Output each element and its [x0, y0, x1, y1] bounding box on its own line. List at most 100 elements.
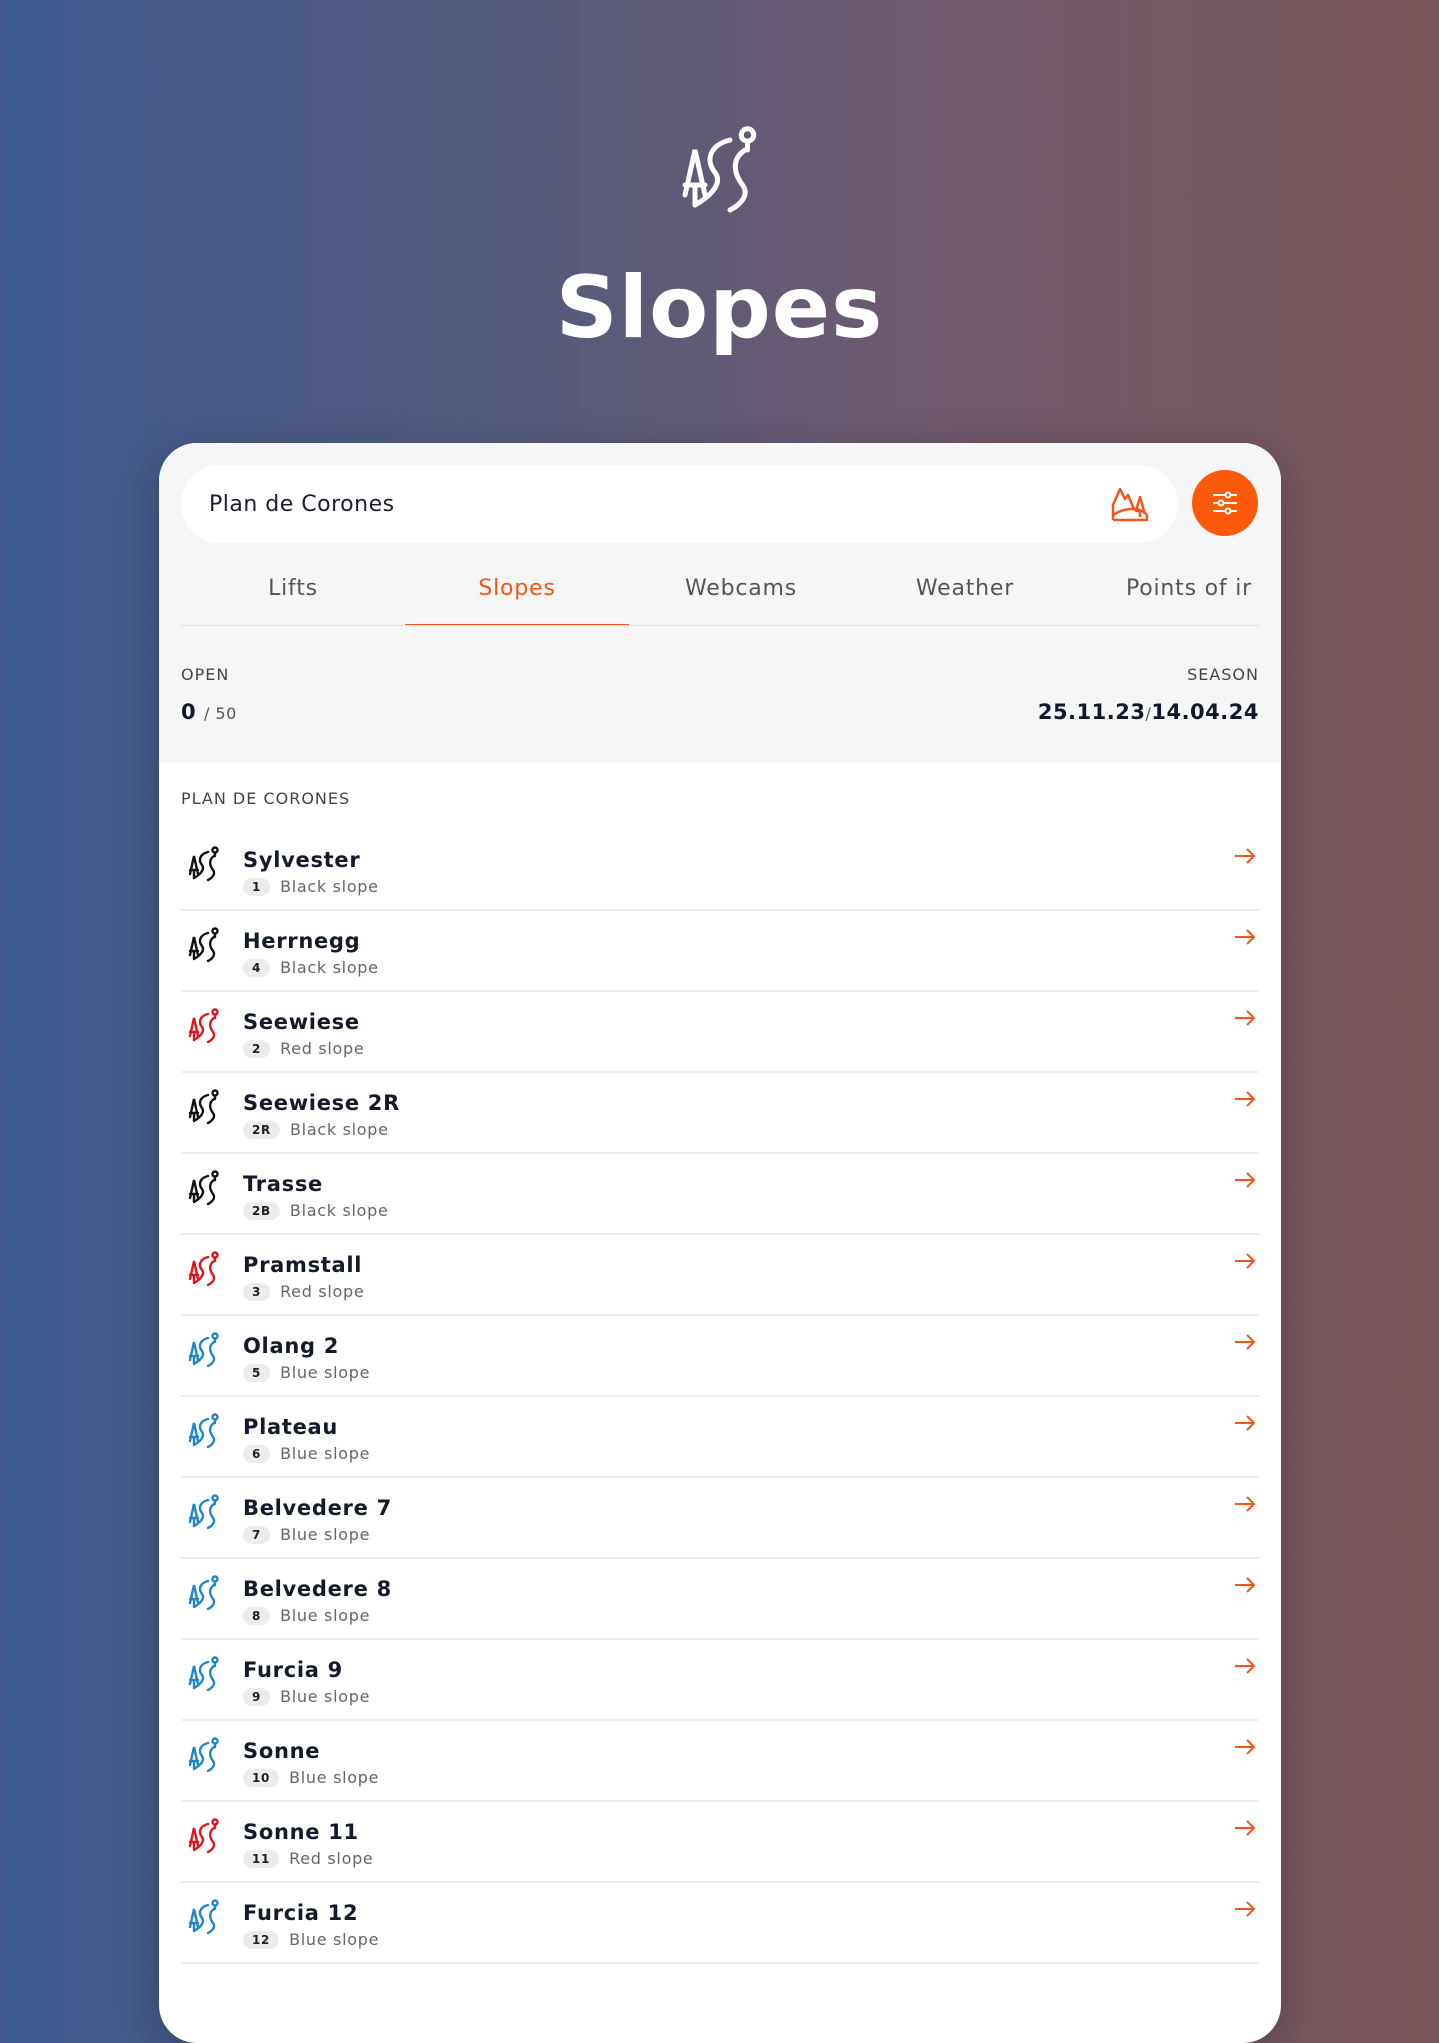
slope-type: Blue slope [280, 1606, 371, 1625]
arrow-right-icon[interactable] [1233, 1251, 1257, 1271]
slope-number-badge: 8 [243, 1606, 271, 1625]
slope-type: Blue slope [289, 1768, 380, 1787]
tab-bar: Lifts Slopes Webcams Weather Points of ir [181, 573, 1259, 626]
sliders-icon [1213, 491, 1237, 515]
slope-icon [188, 1008, 219, 1044]
slope-number-badge: 10 [243, 1768, 280, 1787]
slope-name: Olang 2 [243, 1334, 340, 1358]
card-header: Plan de Corones Lifts Slopes Webcams Weathe… [159, 443, 1281, 763]
slope-number-badge: 1 [243, 877, 271, 896]
section-heading: PLAN DE CORONES [181, 789, 351, 808]
slope-logo-icon [682, 126, 757, 213]
slope-row[interactable]: Furcia 12 12 Blue slope [181, 1883, 1259, 1964]
resort-search-value: Plan de Corones [209, 491, 395, 517]
season-start: 25.11.23 [1037, 700, 1146, 724]
slope-icon [188, 846, 219, 882]
arrow-right-icon[interactable] [1233, 1089, 1257, 1109]
arrow-right-icon[interactable] [1233, 1737, 1257, 1757]
slope-icon [188, 1656, 219, 1692]
slope-name: Pramstall [243, 1253, 363, 1277]
slope-icon [188, 1413, 219, 1449]
slope-number-badge: 2B [243, 1201, 280, 1220]
slope-row[interactable]: Plateau 6 Blue slope [181, 1397, 1259, 1478]
arrow-right-icon[interactable] [1233, 1170, 1257, 1190]
arrow-right-icon[interactable] [1233, 927, 1257, 947]
slope-type: Blue slope [280, 1444, 371, 1463]
slope-row[interactable]: Belvedere 7 7 Blue slope [181, 1478, 1259, 1559]
arrow-right-icon[interactable] [1233, 1575, 1257, 1595]
slope-icon [188, 1251, 219, 1287]
tab-lifts[interactable]: Lifts [181, 573, 405, 625]
slope-icon [188, 927, 219, 963]
slope-type: Black slope [280, 877, 379, 896]
open-total: / 50 [203, 704, 237, 723]
slope-name: Herrnegg [243, 929, 361, 953]
slope-name: Sonne [243, 1739, 321, 1763]
slope-row[interactable]: Seewiese 2 Red slope [181, 992, 1259, 1073]
slope-row[interactable]: Sonne 11 11 Red slope [181, 1802, 1259, 1883]
tab-webcams[interactable]: Webcams [629, 573, 853, 625]
open-label: OPEN [181, 665, 230, 684]
open-value: 0 [181, 700, 197, 724]
season-label: SEASON [1187, 665, 1259, 684]
slope-name: Belvedere 8 [243, 1577, 392, 1601]
open-stat: OPEN 0 / 50 [181, 665, 237, 724]
slope-icon [188, 1089, 219, 1125]
slope-icon [188, 1818, 219, 1854]
slope-number-badge: 3 [243, 1282, 271, 1301]
slope-row[interactable]: Herrnegg 4 Black slope [181, 911, 1259, 992]
slope-icon [188, 1737, 219, 1773]
slope-row[interactable]: Sylvester 1 Black slope [181, 830, 1259, 911]
season-end: 14.04.24 [1151, 700, 1259, 724]
slope-row[interactable]: Furcia 9 9 Blue slope [181, 1640, 1259, 1721]
arrow-right-icon[interactable] [1233, 846, 1257, 866]
slope-name: Furcia 9 [243, 1658, 343, 1682]
mountain-icon[interactable] [1110, 485, 1150, 523]
slope-type: Blue slope [280, 1687, 371, 1706]
arrow-right-icon[interactable] [1233, 1008, 1257, 1028]
slope-row[interactable]: Seewiese 2R 2R Black slope [181, 1073, 1259, 1154]
slope-name: Plateau [243, 1415, 339, 1439]
slope-number-badge: 5 [243, 1363, 271, 1382]
arrow-right-icon[interactable] [1233, 1413, 1257, 1433]
slope-icon [188, 1170, 219, 1206]
slope-row[interactable]: Olang 2 5 Blue slope [181, 1316, 1259, 1397]
arrow-right-icon[interactable] [1233, 1899, 1257, 1919]
tab-points-of-interest[interactable]: Points of ir [1077, 573, 1259, 625]
slope-list: Sylvester 1 Black slope Herrnegg 4 Black s… [181, 830, 1259, 1964]
slope-name: Seewiese [243, 1010, 360, 1034]
arrow-right-icon[interactable] [1233, 1494, 1257, 1514]
tab-slopes[interactable]: Slopes [405, 573, 629, 625]
slope-type: Black slope [280, 958, 379, 977]
slope-name: Sylvester [243, 848, 361, 872]
slope-number-badge: 12 [243, 1930, 280, 1949]
slope-row[interactable]: Pramstall 3 Red slope [181, 1235, 1259, 1316]
slope-name: Furcia 12 [243, 1901, 359, 1925]
slope-type: Blue slope [289, 1930, 380, 1949]
resort-search-field[interactable]: Plan de Corones [181, 465, 1178, 543]
slope-number-badge: 2 [243, 1039, 271, 1058]
arrow-right-icon[interactable] [1233, 1656, 1257, 1676]
season-stat: SEASON 25.11.23/14.04.24 [1038, 665, 1259, 724]
slope-name: Seewiese 2R [243, 1091, 400, 1115]
slope-icon [188, 1575, 219, 1611]
slope-row[interactable]: Trasse 2B Black slope [181, 1154, 1259, 1235]
slope-name: Trasse [243, 1172, 323, 1196]
slope-number-badge: 11 [243, 1849, 280, 1868]
tab-weather[interactable]: Weather [853, 573, 1077, 625]
slope-number-badge: 6 [243, 1444, 271, 1463]
arrow-right-icon[interactable] [1233, 1818, 1257, 1838]
slope-icon [188, 1899, 219, 1935]
filter-button[interactable] [1192, 470, 1258, 536]
arrow-right-icon[interactable] [1233, 1332, 1257, 1352]
slope-type: Red slope [289, 1849, 374, 1868]
slope-row[interactable]: Belvedere 8 8 Blue slope [181, 1559, 1259, 1640]
slope-type: Blue slope [280, 1363, 371, 1382]
slope-number-badge: 9 [243, 1687, 271, 1706]
page-title: Slopes [555, 258, 884, 358]
slope-row[interactable]: Sonne 10 Blue slope [181, 1721, 1259, 1802]
slope-name: Sonne 11 [243, 1820, 359, 1844]
slope-number-badge: 2R [243, 1120, 280, 1139]
slopes-card: Plan de Corones Lifts Slopes Webcams Weathe… [159, 443, 1281, 2043]
slope-number-badge: 7 [243, 1525, 271, 1544]
